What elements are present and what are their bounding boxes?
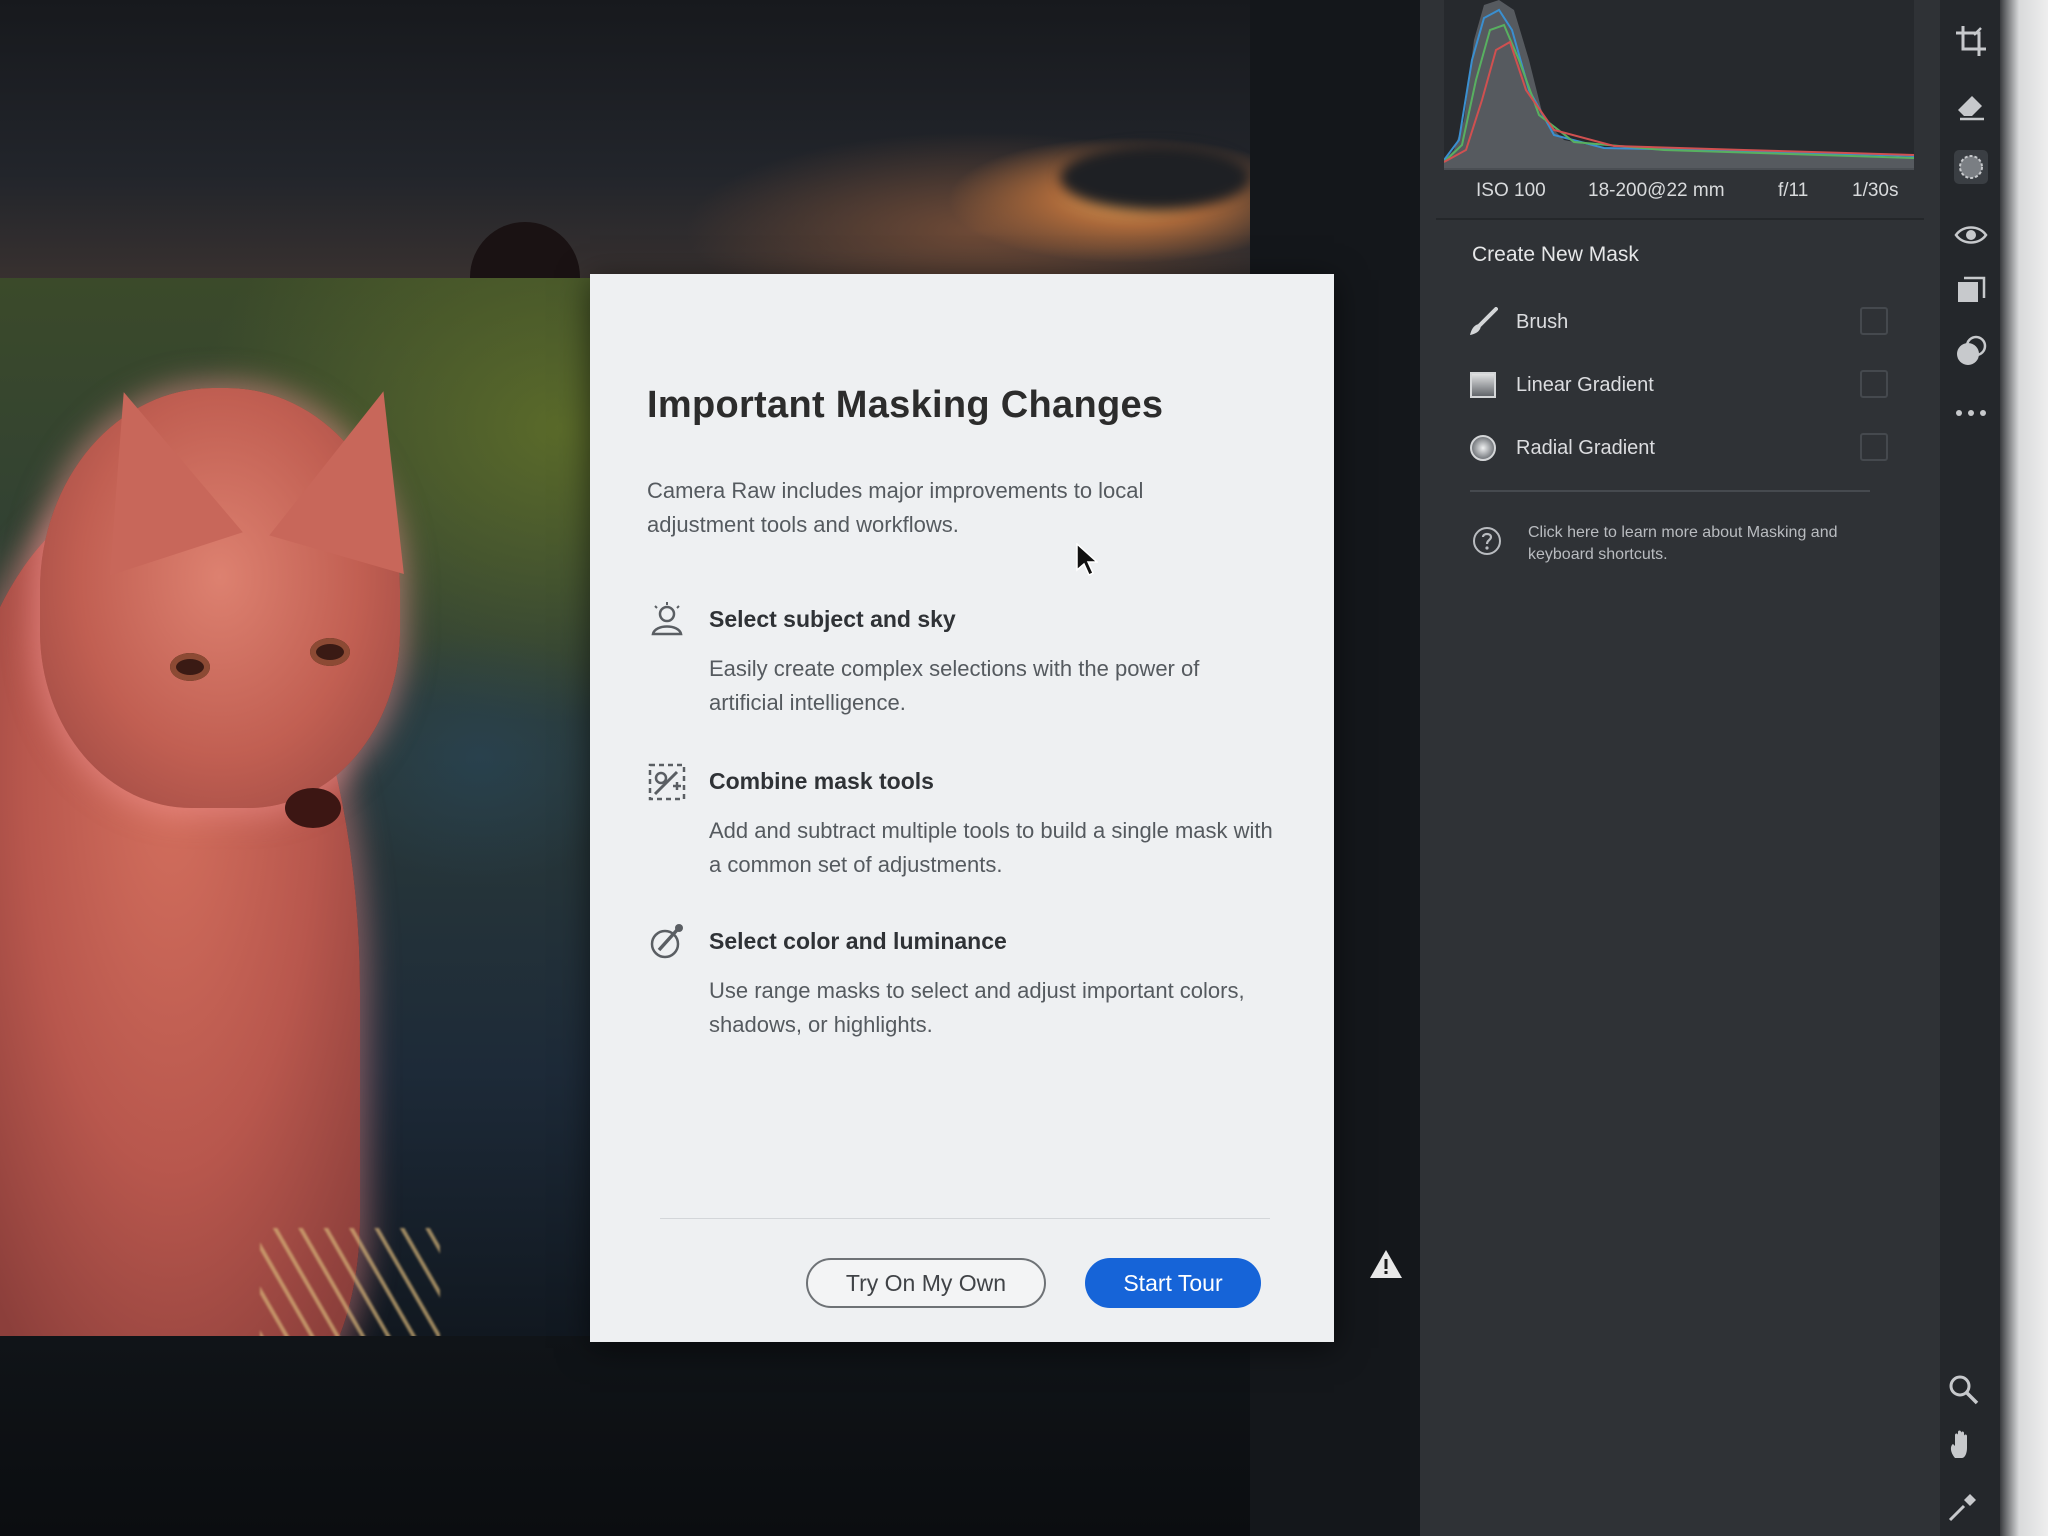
feature-title: Select color and luminance	[709, 928, 1007, 954]
masking-panel: ISO 100 18-200@22 mm f/11 1/30s Create N…	[1420, 0, 1940, 1536]
help-text: Click here to learn more about Masking a…	[1528, 524, 1838, 563]
start-tour-button[interactable]: Start Tour	[1085, 1258, 1261, 1308]
brush-icon	[1470, 307, 1498, 335]
dialog-intro: Camera Raw includes major improvements t…	[647, 478, 1144, 537]
brush-label: Brush	[1516, 310, 1569, 333]
mask-icon[interactable]	[1954, 150, 1988, 184]
fox-ear-right	[269, 371, 451, 575]
background-photo-sky	[0, 0, 1250, 312]
eraser-icon[interactable]	[1954, 88, 1988, 122]
exif-iso: ISO 100	[1476, 180, 1546, 201]
try-on-my-own-button[interactable]: Try On My Own	[806, 1258, 1046, 1308]
panel-divider	[1436, 218, 1924, 220]
exif-aperture: f/11	[1778, 180, 1809, 201]
radial-gradient-label: Radial Gradient	[1516, 436, 1655, 459]
presets-icon[interactable]	[1954, 334, 1988, 368]
histogram	[1443, 0, 1915, 170]
linear-gradient-icon	[1470, 372, 1496, 398]
exif-shutter: 1/30s	[1852, 180, 1899, 201]
camera-raw-window: Important Masking Changes Camera Raw inc…	[0, 0, 2048, 1536]
feature-description: Add and subtract multiple tools to build…	[709, 818, 1273, 877]
help-icon	[1473, 527, 1501, 555]
feature-description: Use range masks to select and adjust imp…	[709, 978, 1245, 1037]
linear-gradient-label: Linear Gradient	[1516, 373, 1654, 396]
fox-eye-right	[310, 638, 350, 666]
more-icon[interactable]	[1954, 396, 1988, 430]
fox-nose	[285, 788, 341, 828]
create-new-mask-title: Create New Mask	[1472, 243, 1639, 266]
exif-lens: 18-200@22 mm	[1588, 180, 1725, 201]
sampler-icon[interactable]	[1946, 1490, 1980, 1524]
fox-ear-left	[57, 370, 243, 576]
linear-gradient-tool[interactable]: Linear Gradient	[1468, 361, 1888, 409]
snapshots-icon[interactable]	[1954, 274, 1988, 308]
histogram-graph	[1443, 0, 1915, 168]
brush-tool[interactable]: Brush	[1468, 298, 1888, 346]
crop-icon[interactable]	[1954, 24, 1988, 58]
photo-cloud	[1060, 145, 1250, 210]
fox-photo-with-mask-overlay	[0, 278, 610, 1336]
radial-gradient-tool[interactable]: Radial Gradient	[1468, 424, 1888, 472]
canvas-bottom-area	[0, 1336, 1420, 1536]
zoom-icon[interactable]	[1946, 1372, 1980, 1406]
fox-head	[40, 370, 451, 808]
dialog-divider	[660, 1218, 1270, 1219]
masking-changes-dialog: Important Masking Changes Camera Raw inc…	[590, 274, 1334, 1342]
combine-tools-icon	[648, 763, 686, 801]
mouse-cursor-icon	[1076, 543, 1098, 577]
fox-eye-left	[170, 653, 210, 681]
linear-gradient-shortcut	[1860, 370, 1888, 398]
dialog-title: Important Masking Changes	[647, 384, 1164, 426]
feature-title: Select subject and sky	[709, 606, 956, 632]
radial-gradient-icon	[1470, 435, 1496, 461]
brush-shortcut	[1860, 307, 1888, 335]
feature-description: Easily create complex selections with th…	[709, 656, 1200, 715]
color-picker-icon	[650, 924, 683, 959]
feature-title: Combine mask tools	[709, 768, 934, 794]
tools-divider	[1470, 490, 1870, 492]
person-icon	[651, 602, 683, 636]
hand-icon[interactable]	[1946, 1428, 1980, 1462]
radial-gradient-shortcut	[1860, 433, 1888, 461]
grass	[260, 1228, 440, 1336]
monitor-bezel	[2000, 0, 2048, 1536]
red-eye-icon[interactable]	[1954, 218, 1988, 252]
warning-icon[interactable]	[1368, 1248, 1404, 1280]
tool-strip	[1940, 0, 2000, 1536]
